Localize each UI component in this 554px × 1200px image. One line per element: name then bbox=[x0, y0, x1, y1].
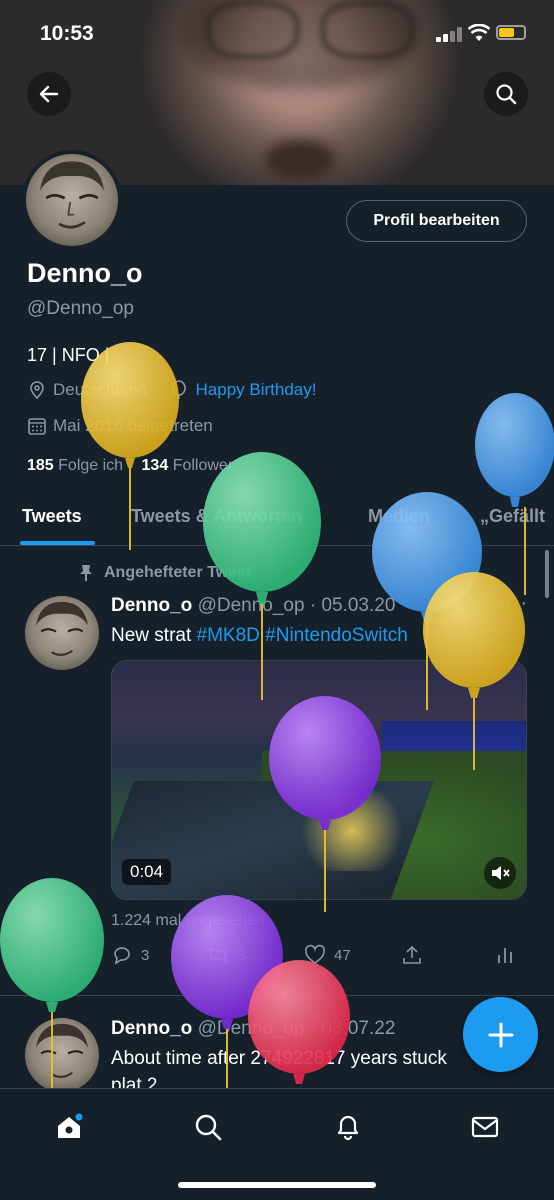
balloon-yellow bbox=[423, 572, 525, 770]
status-time: 10:53 bbox=[40, 22, 94, 45]
avatar-drawing bbox=[39, 161, 105, 229]
back-arrow-icon bbox=[39, 85, 59, 103]
back-button[interactable] bbox=[27, 72, 71, 116]
balloon-purple bbox=[269, 696, 381, 912]
wifi-icon bbox=[468, 24, 490, 41]
compose-tweet-button[interactable] bbox=[463, 997, 538, 1072]
balloon-green bbox=[203, 452, 321, 700]
balloon-red bbox=[248, 960, 350, 1084]
nav-notifications[interactable] bbox=[328, 1107, 368, 1147]
cellular-signal-icon bbox=[436, 26, 462, 42]
plus-icon bbox=[488, 1022, 513, 1047]
home-icon bbox=[58, 1113, 83, 1138]
battery-icon bbox=[496, 25, 526, 40]
search-icon bbox=[496, 84, 517, 105]
nav-search[interactable] bbox=[188, 1107, 228, 1147]
profile-handle: @Denno_op bbox=[27, 298, 134, 319]
balloon-blue bbox=[475, 393, 554, 595]
notifications-bell-icon bbox=[337, 1115, 359, 1141]
balloon-green bbox=[0, 878, 104, 1100]
balloon-yellow bbox=[81, 342, 179, 550]
messages-mail-icon bbox=[471, 1116, 499, 1138]
profile-avatar[interactable] bbox=[22, 150, 122, 250]
search-button[interactable] bbox=[484, 72, 528, 116]
nav-home[interactable] bbox=[49, 1107, 89, 1147]
home-indicator bbox=[178, 1182, 376, 1188]
birthday-balloons-overlay bbox=[0, 342, 554, 1100]
search-icon bbox=[195, 1114, 222, 1141]
nav-messages[interactable] bbox=[465, 1107, 505, 1147]
status-bar: 10:53 bbox=[0, 0, 554, 64]
profile-name: Denno_o bbox=[27, 258, 143, 288]
edit-profile-button[interactable]: Profil bearbeiten bbox=[346, 200, 527, 242]
